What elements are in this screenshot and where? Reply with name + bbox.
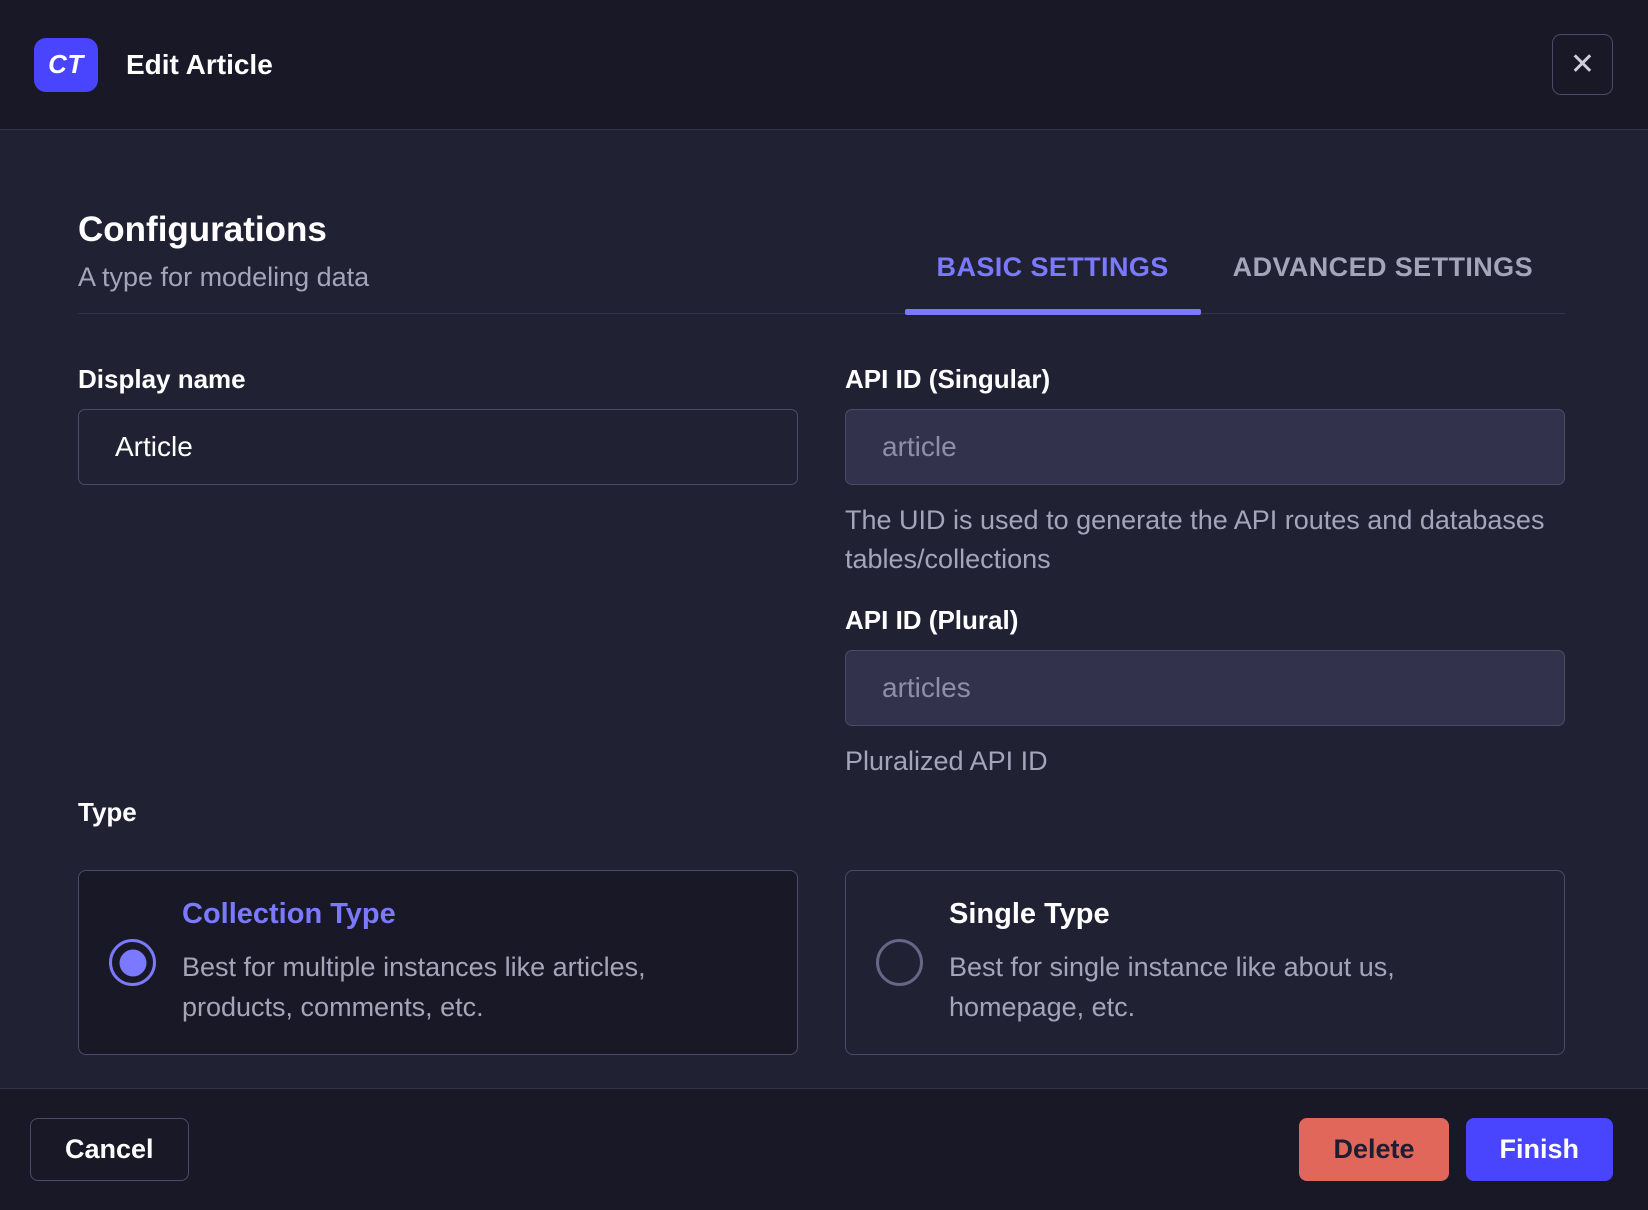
close-button[interactable]: ✕ [1552,34,1613,95]
tab-advanced-settings[interactable]: ADVANCED SETTINGS [1201,252,1565,313]
modal-footer: Cancel Delete Finish [0,1088,1648,1210]
finish-button[interactable]: Finish [1465,1118,1613,1181]
tab-basic-settings[interactable]: BASIC SETTINGS [904,252,1201,315]
content-type-badge: CT [34,37,98,92]
display-name-field: Display name [78,364,798,485]
api-id-singular-hint: The UID is used to generate the API rout… [845,505,1545,574]
close-icon: ✕ [1569,47,1596,81]
modal-body: Configurations A type for modeling data … [0,130,1648,1088]
edit-article-modal: CT Edit Article ✕ Configurations A type … [0,0,1648,1210]
single-type-title: Single Type [949,898,1110,930]
modal-title: Edit Article [126,48,273,80]
type-section: Type Collection Type Best for multiple i… [78,797,1565,1055]
configurations-header: Configurations A type for modeling data … [78,210,1565,315]
api-id-plural-label: API ID (Plural) [845,605,1019,635]
single-type-option[interactable]: Single Type Best for single instance lik… [845,870,1565,1055]
api-id-singular-label: API ID (Singular) [845,364,1051,394]
cancel-button[interactable]: Cancel [30,1118,189,1181]
api-id-singular-field: API ID (Singular) The UID is used to gen… [845,364,1565,579]
api-id-plural-hint: Pluralized API ID [845,746,1048,776]
delete-button[interactable]: Delete [1299,1118,1449,1181]
settings-tabs: BASIC SETTINGS ADVANCED SETTINGS [904,252,1565,315]
collection-type-option[interactable]: Collection Type Best for multiple instan… [78,870,798,1055]
collection-type-title: Collection Type [182,898,396,930]
single-type-description: Best for single instance like about us, … [949,952,1395,1022]
single-type-radio[interactable] [876,939,923,986]
form-grid: Display name API ID (Singular) The UID i… [78,364,1565,781]
modal-header: CT Edit Article ✕ [0,0,1648,130]
api-id-plural-field: API ID (Plural) Pluralized API ID [845,605,1565,781]
display-name-label: Display name [78,364,246,394]
api-id-plural-input [845,650,1565,726]
collection-type-description: Best for multiple instances like article… [182,952,646,1022]
section-subtitle: A type for modeling data [78,262,370,292]
section-title: Configurations [78,210,327,249]
api-id-singular-input [845,409,1565,485]
collection-type-radio[interactable] [109,939,156,986]
type-label: Type [78,797,137,827]
display-name-input[interactable] [78,409,798,485]
